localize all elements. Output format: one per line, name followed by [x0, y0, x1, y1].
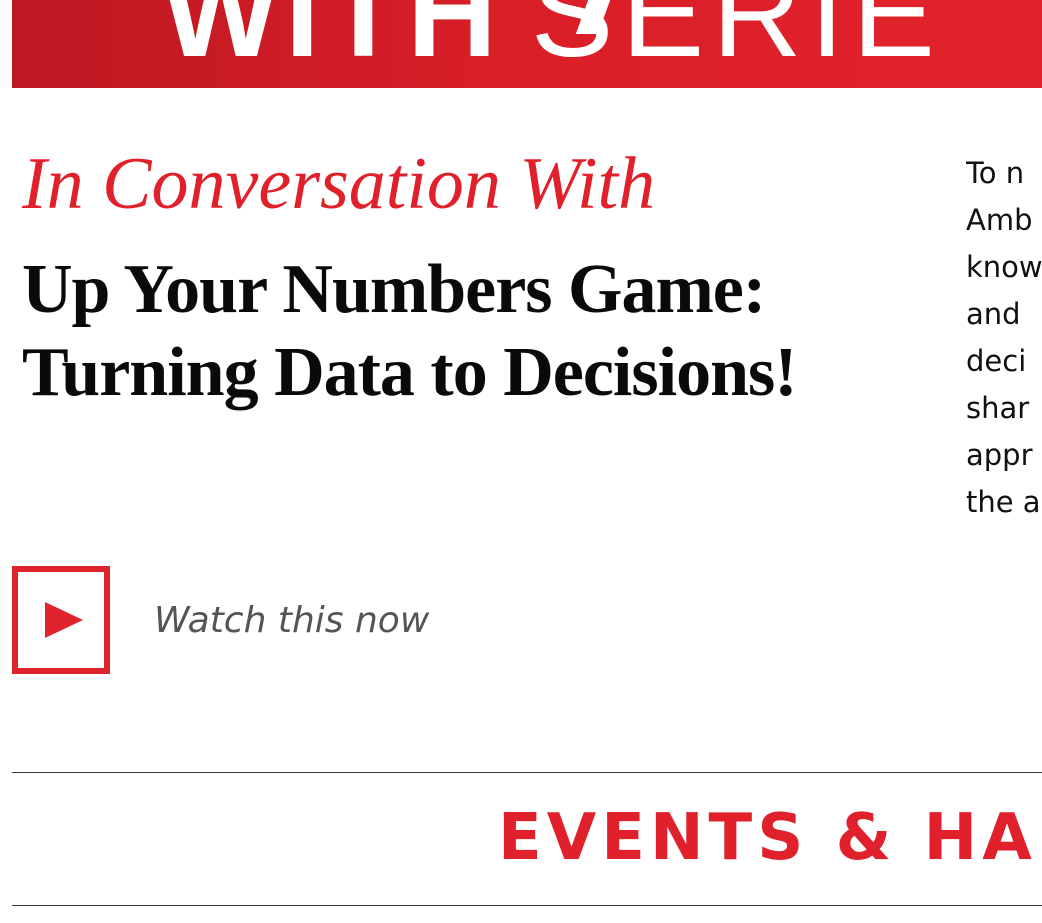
episode-title: Up Your Numbers Game: Turning Data to De… [22, 251, 798, 411]
play-button[interactable] [12, 566, 110, 674]
episode-description: To n Amb know and deci shar appr the a [966, 150, 1042, 526]
description-line: and [966, 297, 1021, 331]
play-icon [45, 602, 83, 638]
series-banner: WITH SERIE [12, 0, 1042, 88]
series-title: In Conversation With [22, 143, 656, 225]
description-line: the a [966, 485, 1041, 519]
section-divider-top [12, 772, 1042, 773]
banner-title-bold: WITH [162, 0, 503, 83]
description-line: know [966, 250, 1042, 284]
banner-title: WITH SERIE [162, 0, 943, 76]
description-line: Amb [966, 203, 1033, 237]
description-line: shar [966, 391, 1030, 425]
section-divider-bottom [12, 905, 1042, 906]
description-line: To n [966, 156, 1025, 190]
watch-now-link[interactable]: Watch this now [12, 566, 429, 674]
events-section-heading: EVENTS & HA [498, 801, 1037, 875]
watch-now-label[interactable]: Watch this now [154, 600, 429, 641]
description-line: deci [966, 344, 1027, 378]
description-line: appr [966, 438, 1033, 472]
